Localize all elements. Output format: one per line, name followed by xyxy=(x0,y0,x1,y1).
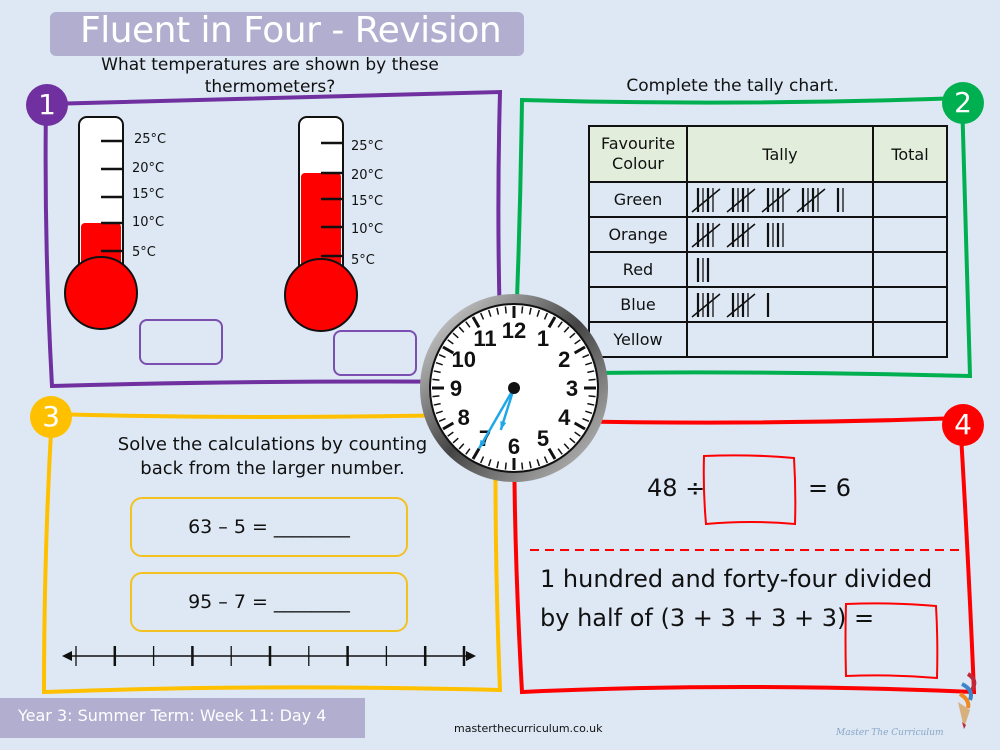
header-favourite-colour: Favourite Colour xyxy=(588,125,688,183)
thermometer-1-label-15: 15°C xyxy=(132,187,165,202)
clock-number: 1 xyxy=(537,326,549,351)
section2-badge: 2 xyxy=(942,82,984,124)
thermometer-1-label-25: 25°C xyxy=(134,132,167,147)
tally-table: Favourite Colour Tally Total Green Orange… xyxy=(588,125,948,358)
tally-colour: Orange xyxy=(588,216,688,253)
clock-number: 6 xyxy=(508,434,520,459)
tally-row-red: Red xyxy=(588,251,948,288)
tally-strike xyxy=(691,222,721,248)
number-line-right-arrow xyxy=(466,651,476,661)
clock-center xyxy=(508,382,520,394)
tally-total-cell[interactable] xyxy=(872,216,948,253)
thermometer-2-label-10: 10°C xyxy=(351,222,384,237)
brand-wordmark: Master The Curriculum xyxy=(836,728,944,738)
clock-number: 3 xyxy=(566,376,578,401)
tally-row-yellow: Yellow xyxy=(588,321,948,358)
tally-group xyxy=(726,292,756,318)
clock-tick xyxy=(432,395,440,398)
thermometer-2-label-15: 15°C xyxy=(351,194,384,209)
pencil-logo-icon xyxy=(958,672,977,729)
website-link[interactable]: masterthecurriculum.co.uk xyxy=(454,722,602,735)
section4-badge: 4 xyxy=(942,404,984,446)
clock-number: 4 xyxy=(558,405,571,430)
tally-colour: Red xyxy=(588,251,688,288)
word-problem-line2: by half of (3 + 3 + 3 + 3) = xyxy=(540,604,875,632)
clock-number: 12 xyxy=(502,318,526,343)
tally-group xyxy=(836,187,844,212)
tally-group xyxy=(726,222,756,248)
tally-group xyxy=(761,187,791,213)
thermometer-2-answer-box[interactable] xyxy=(333,330,417,376)
header-total: Total xyxy=(872,125,948,183)
tally-group xyxy=(691,222,721,248)
thermometer-1-answer-box[interactable] xyxy=(139,319,223,365)
tally-strike xyxy=(796,187,826,213)
thermometer-1-label-20: 20°C xyxy=(132,161,165,176)
brand-text: Master The Curriculum xyxy=(836,728,944,738)
header-tally: Tally xyxy=(686,125,874,183)
tally-colour: Green xyxy=(588,181,688,218)
tally-row-green: Green xyxy=(588,181,948,218)
thermometer-1-label-5: 5°C xyxy=(132,245,156,260)
clock-number: 2 xyxy=(558,347,570,372)
clock-number: 10 xyxy=(452,347,476,372)
tally-strike xyxy=(691,187,721,213)
number-line xyxy=(62,646,476,666)
number-line-left-arrow xyxy=(62,651,72,661)
section3-question: Solve the calculations by counting back … xyxy=(117,434,428,479)
tally-total-cell[interactable] xyxy=(872,286,948,323)
tally-marks xyxy=(686,181,874,218)
division-answer-box[interactable] xyxy=(700,452,800,528)
thermometer-1-label-10: 10°C xyxy=(132,215,165,230)
word-problem-answer-box[interactable] xyxy=(842,600,942,682)
section3-badge: 3 xyxy=(30,396,72,438)
tally-strike xyxy=(691,292,721,318)
clock-number: 11 xyxy=(473,326,496,351)
clock-tick xyxy=(521,462,524,470)
tally-strike xyxy=(726,222,756,248)
thermometer-1 xyxy=(64,116,138,330)
tally-marks xyxy=(686,286,874,323)
tally-group xyxy=(766,222,784,247)
thermometer-2 xyxy=(284,116,358,332)
clock-tick xyxy=(504,306,507,314)
clock-tick xyxy=(504,462,507,470)
division-left: 48 ÷ xyxy=(647,474,706,502)
tally-marks xyxy=(686,321,874,358)
tally-group xyxy=(726,187,756,213)
tally-marks xyxy=(686,216,874,253)
thermometer-2-label-25: 25°C xyxy=(351,139,384,154)
thermometer-2-label-20: 20°C xyxy=(351,168,384,183)
clock-tick xyxy=(588,395,596,398)
clock-number: 9 xyxy=(450,376,462,401)
section1-question: What temperatures are shown by these the… xyxy=(101,55,439,97)
clock-tick xyxy=(521,306,524,314)
tally-total-cell[interactable] xyxy=(872,251,948,288)
calculation-1[interactable]: 63 – 5 = ________ xyxy=(130,497,408,557)
tally-marks xyxy=(686,251,874,288)
calculation-2[interactable]: 95 – 7 = ________ xyxy=(130,572,408,632)
lesson-label: Year 3: Summer Term: Week 11: Day 4 xyxy=(18,706,327,725)
division-right: = 6 xyxy=(808,474,852,502)
tally-group xyxy=(796,187,826,213)
tally-total-cell[interactable] xyxy=(872,321,948,358)
word-problem-line1: 1 hundred and forty-four divided xyxy=(540,565,933,593)
section2-question: Complete the tally chart. xyxy=(626,76,839,96)
tally-strike xyxy=(726,292,756,318)
clock-tick xyxy=(588,378,596,381)
thermometer-2-label-5: 5°C xyxy=(351,253,375,268)
tally-group xyxy=(691,292,721,318)
tally-row-blue: Blue xyxy=(588,286,948,323)
analog-clock: 121234567891011 xyxy=(420,294,608,482)
tally-total-cell[interactable] xyxy=(872,181,948,218)
clock-number: 8 xyxy=(458,405,470,430)
tally-strike xyxy=(761,187,791,213)
tally-row-orange: Orange xyxy=(588,216,948,253)
clock-tick xyxy=(432,378,440,381)
tally-strike xyxy=(726,187,756,213)
tally-group xyxy=(696,257,710,282)
tally-group xyxy=(691,187,721,213)
clock-number: 5 xyxy=(537,426,549,451)
